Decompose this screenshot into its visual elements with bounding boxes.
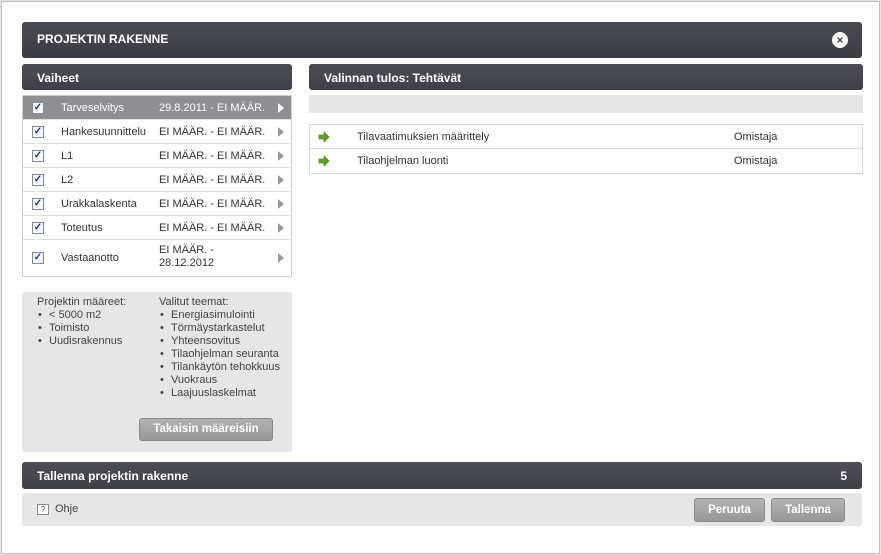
list-item: • Energiasimulointi <box>160 309 255 321</box>
list-item: • Toimisto <box>38 322 90 334</box>
chevron-right-icon[interactable] <box>278 103 284 113</box>
phase-name: Urakkalaskenta <box>61 198 137 210</box>
list-item: • Törmäystarkastelut <box>160 322 265 334</box>
phase-row[interactable]: ✓ Urakkalaskenta EI MÄÄR. - EI MÄÄR. <box>23 192 291 216</box>
selected-themes: Valitut teemat: • Energiasimulointi • Törm… <box>159 296 289 400</box>
chevron-right-icon[interactable] <box>278 253 284 263</box>
chevron-right-icon[interactable] <box>278 127 284 137</box>
close-icon[interactable]: × <box>832 32 848 48</box>
phase-name: Tarveselvitys <box>61 102 124 114</box>
phase-row[interactable]: ✓ Hankesuunnittelu EI MÄÄR. - EI MÄÄR. <box>23 120 291 144</box>
phase-dates: EI MÄÄR. - EI MÄÄR. <box>159 198 266 210</box>
dialog-titlebar: PROJEKTIN RAKENNE × <box>22 22 862 58</box>
cancel-button[interactable]: Peruuta <box>694 498 765 522</box>
checkbox-checked-icon[interactable]: ✓ <box>32 150 44 162</box>
phase-row[interactable]: ✓ Toteutus EI MÄÄR. - EI MÄÄR. <box>23 216 291 240</box>
task-owner: Omistaja <box>734 131 778 143</box>
help-icon[interactable]: ? <box>37 504 49 515</box>
checkbox-checked-icon[interactable]: ✓ <box>32 102 44 114</box>
phase-dates: EI MÄÄR. - EI MÄÄR. <box>159 222 266 234</box>
phase-row[interactable]: ✓ L1 EI MÄÄR. - EI MÄÄR. <box>23 144 291 168</box>
task-list: Tilavaatimuksien määrittely Omistaja Til… <box>309 124 863 174</box>
arrow-right-icon <box>318 155 330 167</box>
task-row[interactable]: Tilavaatimuksien määrittely Omistaja <box>310 125 862 149</box>
list-item: • Yhteensovitus <box>160 335 241 347</box>
result-header-label: Valinnan tulos: Tehtävät <box>324 71 462 85</box>
selected-themes-title: Valitut teemat: <box>159 296 229 308</box>
list-item: • < 5000 m2 <box>38 309 102 321</box>
chevron-right-icon[interactable] <box>278 151 284 161</box>
result-column-header <box>309 95 863 113</box>
list-item: • Vuokraus <box>160 374 218 386</box>
task-name: Tilavaatimuksien määrittely <box>357 131 490 143</box>
task-name: Tilaohjelman luonti <box>357 155 449 167</box>
phase-dates: 29.8.2011 - EI MÄÄR. <box>159 102 266 114</box>
dialog-title: PROJEKTIN RAKENNE <box>37 32 169 46</box>
checkbox-checked-icon[interactable]: ✓ <box>32 198 44 210</box>
phase-dates: EI MÄÄR. - EI MÄÄR. <box>159 126 266 138</box>
phase-row[interactable]: ✓ L2 EI MÄÄR. - EI MÄÄR. <box>23 168 291 192</box>
project-definitions: Projektin määreet: • < 5000 m2 • Toimisto … <box>37 296 157 348</box>
list-item: • Uudisrakennus <box>38 335 123 347</box>
chevron-right-icon[interactable] <box>278 175 284 185</box>
project-definitions-title: Projektin määreet: <box>37 296 127 308</box>
phase-name: Vastaanotto <box>61 252 119 264</box>
save-structure-label: Tallenna projektin rakenne <box>37 469 189 483</box>
save-structure-bar: Tallenna projektin rakenne 5 <box>22 462 862 489</box>
back-to-definitions-button[interactable]: Takaisin määreisiin <box>139 418 273 441</box>
list-item: • Tilankäytön tehokkuus <box>160 361 281 373</box>
chevron-right-icon[interactable] <box>278 223 284 233</box>
phase-name: L1 <box>61 150 74 162</box>
phase-row[interactable]: ✓ Vastaanotto EI MÄÄR. - 28.12.2012 <box>23 240 291 276</box>
phase-name: Toteutus <box>61 222 103 234</box>
help-link[interactable]: Ohje <box>55 503 78 515</box>
phase-list: ✓ Tarveselvitys 29.8.2011 - EI MÄÄR. ✓ H… <box>22 95 292 277</box>
arrow-right-icon <box>318 131 330 143</box>
phases-header: Vaiheet <box>22 64 292 90</box>
phase-dates: EI MÄÄR. - 28.12.2012 <box>159 244 215 269</box>
list-item: • Laajuuslaskelmat <box>160 387 256 399</box>
dialog-footer: ? Ohje Peruuta Tallenna <box>22 493 862 526</box>
save-button[interactable]: Tallenna <box>771 498 845 522</box>
list-item: • Tilaohjelman seuranta <box>160 348 279 360</box>
task-row[interactable]: Tilaohjelman luonti Omistaja <box>310 149 862 173</box>
checkbox-checked-icon[interactable]: ✓ <box>32 252 44 264</box>
phase-dates: EI MÄÄR. - EI MÄÄR. <box>159 150 266 162</box>
phase-name: Hankesuunnittelu <box>61 126 147 138</box>
checkbox-checked-icon[interactable]: ✓ <box>32 126 44 138</box>
phase-row[interactable]: ✓ Tarveselvitys 29.8.2011 - EI MÄÄR. <box>23 96 291 120</box>
phase-name: L2 <box>61 174 74 186</box>
chevron-right-icon[interactable] <box>278 199 284 209</box>
phases-header-label: Vaiheet <box>37 71 80 85</box>
definitions-box: Projektin määreet: • < 5000 m2 • Toimisto … <box>22 292 292 452</box>
task-owner: Omistaja <box>734 155 778 167</box>
checkbox-checked-icon[interactable]: ✓ <box>32 222 44 234</box>
project-structure-dialog: PROJEKTIN RAKENNE × Vaiheet ✓ Tarveselvi… <box>1 1 880 554</box>
checkbox-checked-icon[interactable]: ✓ <box>32 174 44 186</box>
result-header: Valinnan tulos: Tehtävät <box>309 64 863 90</box>
step-count: 5 <box>840 469 847 483</box>
phase-dates: EI MÄÄR. - EI MÄÄR. <box>159 174 266 186</box>
